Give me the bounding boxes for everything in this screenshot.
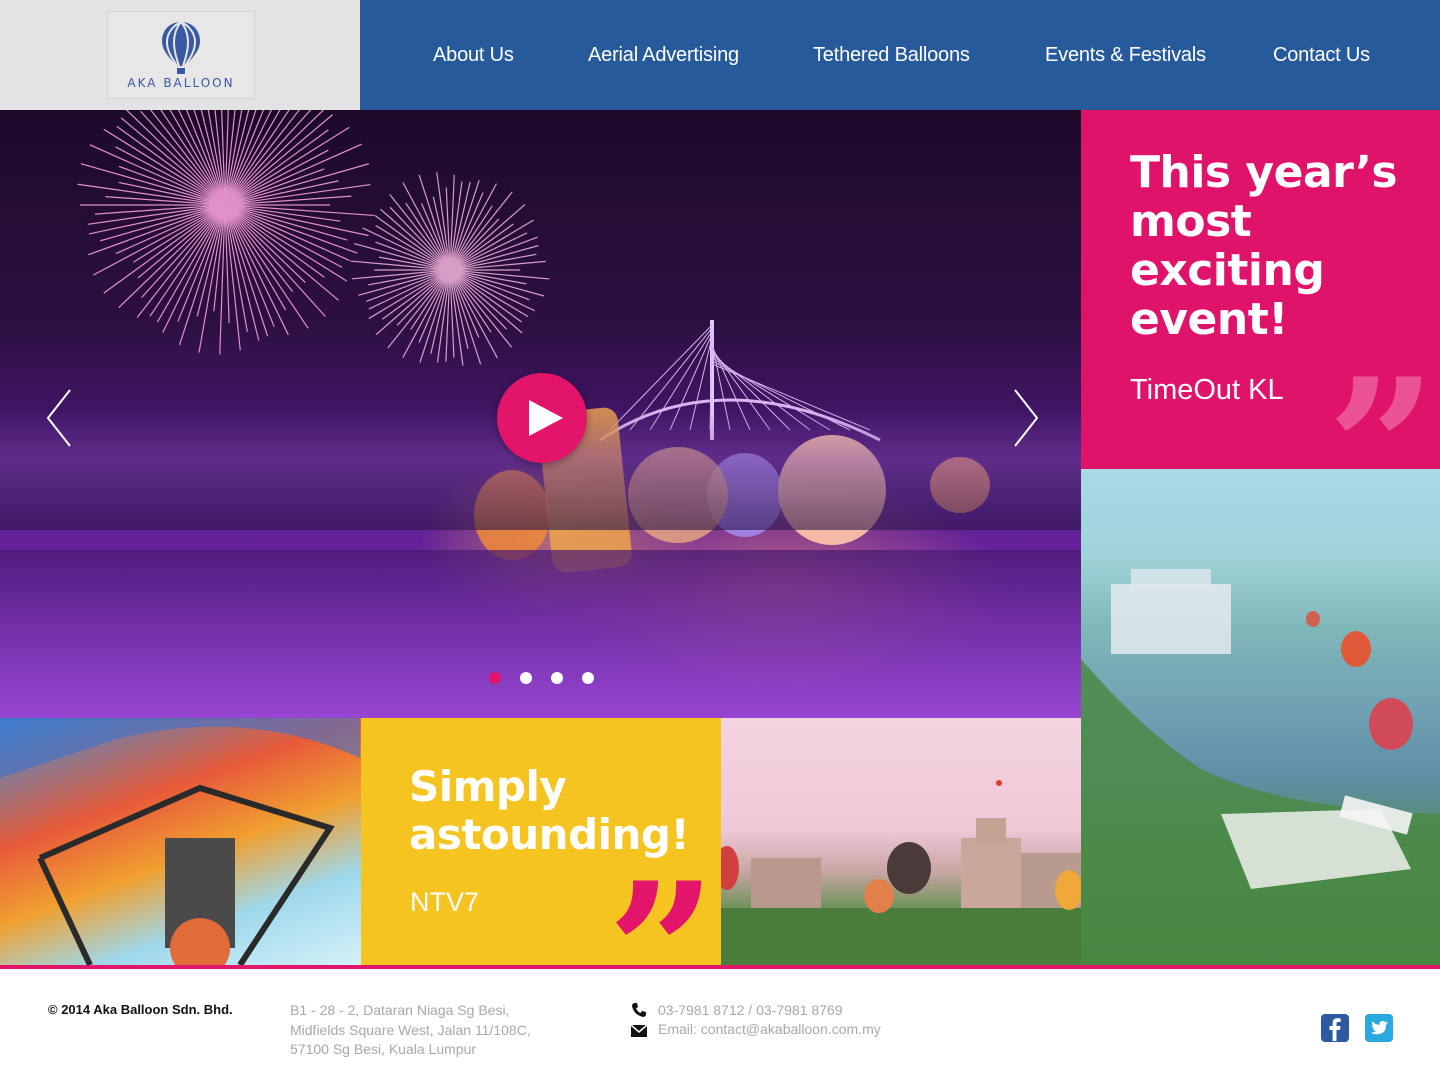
phone-icon [632, 1003, 646, 1017]
quote-mark-icon: ” [607, 841, 717, 1064]
twitter-link[interactable] [1365, 1014, 1393, 1042]
slider-dot-3[interactable] [551, 672, 563, 684]
twitter-icon [1370, 1021, 1388, 1035]
address-line-3: 57100 Sg Besi, Kuala Lumpur [290, 1041, 477, 1057]
logo-text: AKA BALLOON [127, 76, 235, 90]
facebook-link[interactable] [1321, 1014, 1349, 1042]
phone-numbers[interactable]: 03-7981 8712 / 03-7981 8769 [658, 1002, 843, 1018]
nav-contact-us[interactable]: Contact Us [1273, 44, 1370, 67]
quote-text: This year’s most exciting event! [1130, 147, 1398, 345]
nav-aerial-advertising[interactable]: Aerial Advertising [588, 44, 739, 67]
nav-about-us[interactable]: About Us [433, 44, 514, 67]
envelope-icon [631, 1025, 647, 1037]
balloon-basket-photo [0, 718, 361, 965]
company-address: B1 - 28 - 2, Dataran Niaga Sg Besi, Midf… [290, 1001, 531, 1060]
quote-tile-timeout: This year’s most exciting event! TimeOut… [1081, 110, 1440, 544]
basket-scene [0, 718, 360, 965]
balloon-logo-icon [162, 21, 200, 74]
lake-scene [1081, 569, 1440, 965]
email-link[interactable]: Email: contact@akaballoon.com.my [658, 1021, 881, 1037]
play-icon [529, 400, 563, 436]
logo[interactable]: AKA BALLOON [107, 11, 255, 99]
facebook-icon [1329, 1018, 1341, 1041]
chevron-right-icon[interactable] [1005, 388, 1045, 448]
slider-dot-4[interactable] [582, 672, 594, 684]
palace-scene [721, 780, 1081, 965]
play-button[interactable] [497, 373, 587, 463]
nav-tethered-balloons[interactable]: Tethered Balloons [813, 44, 970, 67]
main-nav: About Us Aerial Advertising Tethered Bal… [360, 0, 1440, 110]
palace-balloons-photo [721, 718, 1081, 965]
logo-area: AKA BALLOON [0, 0, 360, 110]
chevron-left-icon[interactable] [40, 388, 80, 448]
copyright-text: © 2014 Aka Balloon Sdn. Bhd. [48, 1002, 233, 1017]
footer-divider [0, 965, 1440, 969]
hero-slider [0, 110, 1081, 718]
hero-ground [0, 550, 1081, 718]
address-line-1: B1 - 28 - 2, Dataran Niaga Sg Besi, [290, 1002, 510, 1018]
nav-events-festivals[interactable]: Events & Festivals [1045, 44, 1206, 67]
address-line-2: Midfields Square West, Jalan 11/108C, [290, 1021, 531, 1038]
quote-tile-ntv7: Simply astounding! NTV7 ” [361, 718, 721, 1048]
quote-source: TimeOut KL [1130, 374, 1284, 406]
slider-dot-2[interactable] [520, 672, 532, 684]
quote-source: NTV7 [410, 887, 480, 917]
putrajaya-lake-photo [1081, 469, 1440, 965]
slider-dot-1[interactable] [489, 672, 501, 684]
